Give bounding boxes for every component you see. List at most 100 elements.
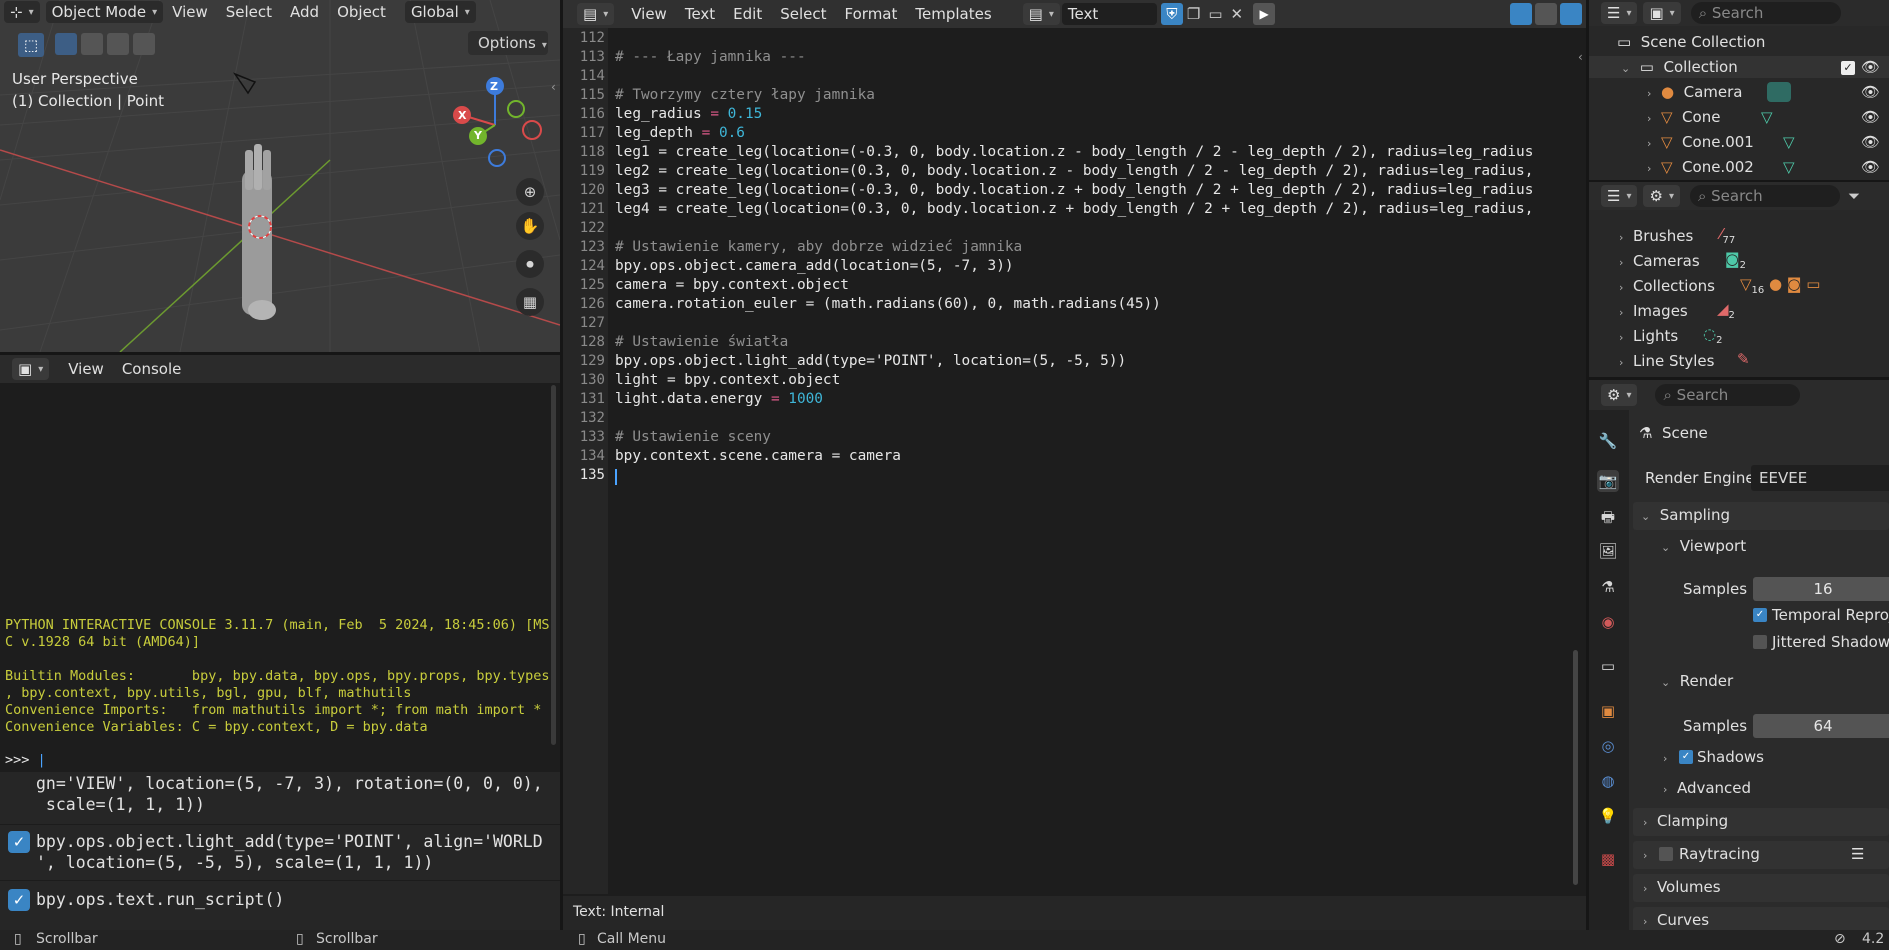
shadows-checkbox[interactable]: ✓ xyxy=(1679,750,1693,764)
outliner-item-camera[interactable]: › ● Camera xyxy=(1647,83,1742,101)
render-engine-dropdown[interactable]: EEVEE xyxy=(1751,465,1889,491)
mesh-data-icon[interactable]: ▽ xyxy=(1783,158,1795,176)
shadows-subpanel-header[interactable]: › xyxy=(1663,748,1667,766)
visibility-eye-icon[interactable]: 👁 xyxy=(1861,133,1880,151)
view-layer-tab-icon[interactable]: 🖼 xyxy=(1597,540,1619,562)
file-item-line-styles[interactable]: › Line Styles xyxy=(1619,352,1714,370)
editor-menu-select[interactable]: Select xyxy=(771,0,835,28)
editor-menu-view[interactable]: View xyxy=(622,0,676,28)
zoom-icon[interactable]: ⊕ xyxy=(516,178,544,206)
mode-dropdown[interactable]: Object Mode ▾ xyxy=(45,1,164,23)
fake-user-shield-icon[interactable]: ⛨ xyxy=(1160,3,1183,25)
editor-menu-templates[interactable]: Templates xyxy=(906,0,1000,28)
editor-sidebar-toggle-icon[interactable]: ‹ xyxy=(1578,50,1583,64)
select-subtract-icon[interactable] xyxy=(107,33,129,55)
mesh-data-icon[interactable]: ▽ xyxy=(1783,133,1795,151)
outliner-search[interactable]: ⌕ Search xyxy=(1690,2,1841,24)
sidebar-toggle-icon[interactable]: ‹ xyxy=(551,80,556,94)
editor-menu-format[interactable]: Format xyxy=(836,0,907,28)
3d-viewport[interactable]: ⊹ ▾ Object Mode ▾ View Select Add Object G… xyxy=(0,0,560,352)
outliner2-editor-type-icon[interactable]: ☰ ▾ xyxy=(1601,185,1638,207)
run-script-play-icon[interactable]: ▶ xyxy=(1253,3,1276,25)
console-prompt[interactable]: >>> | xyxy=(5,752,46,768)
text-editor[interactable]: ▤ ▾ View Text Edit Select Format Template… xyxy=(563,0,1586,930)
outliner-item-cone-001[interactable]: › ▽ Cone.001 xyxy=(1647,133,1754,151)
editor-menu-edit[interactable]: Edit xyxy=(724,0,771,28)
console-editor-type-icon[interactable]: ▣ ▾ xyxy=(12,358,50,380)
scene-objects[interactable] xyxy=(220,60,320,330)
select-new-icon[interactable] xyxy=(55,33,77,55)
collection-tab-icon[interactable]: ▭ xyxy=(1597,655,1619,677)
viewport-menu-add[interactable]: Add xyxy=(281,0,328,26)
perspective-toggle-icon[interactable]: ▦ xyxy=(516,288,544,316)
file-item-brushes[interactable]: › Brushes xyxy=(1619,227,1693,245)
output-tab-icon[interactable]: 🖶 xyxy=(1597,506,1619,528)
console-menu-console[interactable]: Console xyxy=(113,355,191,383)
presets-list-icon[interactable]: ☰ xyxy=(1851,845,1864,863)
visibility-eye-icon[interactable]: 👁 xyxy=(1861,108,1880,126)
file-item-cameras[interactable]: › Cameras xyxy=(1619,252,1700,270)
advanced-subpanel-header[interactable]: › Advanced xyxy=(1663,779,1751,797)
properties-editor[interactable]: ⚙ ▾ ⌕ Search 🔧 📷 🖶 🖼 ⚗ ◉ ▭ ▣ ◎ ◍ 💡 ▩ ⚗ Sc… xyxy=(1589,380,1889,930)
outliner-item-cone[interactable]: › ▽ Cone xyxy=(1647,108,1720,126)
object-tab-icon[interactable]: ▣ xyxy=(1597,700,1619,722)
file-item-lights[interactable]: › Lights xyxy=(1619,327,1678,345)
physics-tab-icon[interactable]: ◎ xyxy=(1597,735,1619,757)
editor-scrollbar[interactable] xyxy=(1573,650,1578,885)
visibility-eye-icon[interactable]: 👁 xyxy=(1861,158,1880,176)
editor-menu-text[interactable]: Text xyxy=(676,0,724,28)
visibility-eye-icon[interactable]: 👁 xyxy=(1861,58,1880,76)
info-log[interactable]: gn='VIEW', location=(5, -7, 3), rotation… xyxy=(0,772,560,930)
scene-collection-row[interactable]: ▭ Scene Collection xyxy=(1617,33,1765,51)
display-mode-icon[interactable]: ⚙ ▾ xyxy=(1643,185,1680,207)
text-editor-type-icon[interactable]: ▤ ▾ xyxy=(577,3,615,25)
pan-hand-icon[interactable]: ✋ xyxy=(516,212,544,240)
visibility-eye-icon[interactable]: 👁 xyxy=(1861,83,1880,101)
select-extend-icon[interactable] xyxy=(81,33,103,55)
display-mode-icon[interactable]: ▣ ▾ xyxy=(1643,2,1681,24)
line-numbers-toggle-icon[interactable] xyxy=(1510,3,1532,25)
viewport-samples-field[interactable]: 16 xyxy=(1753,577,1889,601)
selection-mode-buttons[interactable] xyxy=(55,33,175,57)
viewport-subpanel-header[interactable]: ⌄ Viewport xyxy=(1661,537,1746,555)
viewport-menu-view[interactable]: View xyxy=(163,0,217,26)
word-wrap-toggle-icon[interactable] xyxy=(1535,3,1557,25)
options-dropdown[interactable]: Options ▾ xyxy=(468,31,548,55)
tool-tab-icon[interactable]: 🔧 xyxy=(1597,430,1619,452)
file-search[interactable]: ⌕ Search xyxy=(1689,185,1840,207)
open-folder-icon[interactable]: ▭ xyxy=(1208,5,1222,23)
camera-data-icon[interactable] xyxy=(1767,82,1791,102)
select-tool-icon[interactable]: ⬚ xyxy=(18,33,44,57)
file-item-collections[interactable]: › Collections xyxy=(1619,277,1715,295)
render-samples-field[interactable]: 64 xyxy=(1753,714,1889,738)
temporal-reprojection-checkbox[interactable]: ✓ xyxy=(1753,608,1767,622)
blender-file-outliner[interactable]: ☰ ▾ ⚙ ▾ ⌕ Search ⏷ › Brushes ⁄77 › Cameras… xyxy=(1589,182,1889,377)
outliner-item-cone-002[interactable]: › ▽ Cone.002 xyxy=(1647,158,1754,176)
console-menu-view[interactable]: View xyxy=(59,355,113,383)
editor-type-icon[interactable]: ⊹ ▾ xyxy=(4,1,40,23)
properties-editor-type-icon[interactable]: ⚙ ▾ xyxy=(1601,384,1638,406)
data-tab-icon[interactable]: 💡 xyxy=(1597,805,1619,827)
unlink-close-icon[interactable]: ✕ xyxy=(1231,5,1244,23)
console-scrollbar[interactable] xyxy=(551,385,556,745)
camera-view-icon[interactable]: ⏺ xyxy=(516,250,544,278)
collection-include-checkbox[interactable]: ✓ xyxy=(1841,61,1855,75)
render-subpanel-header[interactable]: ⌄ Render xyxy=(1661,672,1733,690)
raytracing-checkbox[interactable] xyxy=(1659,847,1673,861)
viewport-menu-select[interactable]: Select xyxy=(217,0,281,26)
text-name-field[interactable]: Text xyxy=(1061,3,1157,25)
text-browse-icon[interactable]: ▤ ▾ xyxy=(1022,3,1060,25)
select-invert-icon[interactable] xyxy=(133,33,155,55)
scene-tab-icon[interactable]: ⚗ xyxy=(1597,576,1619,598)
mesh-data-icon[interactable]: ▽ xyxy=(1761,108,1773,126)
outliner-editor-type-icon[interactable]: ☰ ▾ xyxy=(1601,2,1638,24)
constraints-tab-icon[interactable]: ◍ xyxy=(1597,770,1619,792)
syntax-highlight-toggle-icon[interactable] xyxy=(1560,3,1582,25)
properties-search[interactable]: ⌕ Search xyxy=(1655,384,1801,406)
filter-funnel-icon[interactable]: ⏷ xyxy=(1848,187,1860,205)
world-tab-icon[interactable]: ◉ xyxy=(1597,611,1619,633)
render-tab-icon[interactable]: 📷 xyxy=(1597,470,1619,492)
transform-orientation-dropdown[interactable]: Global ▾ xyxy=(404,1,476,23)
outliner[interactable]: ☰ ▾ ▣ ▾ ⌕ Search ▭ Scene Collection ⌄ ▭ Co… xyxy=(1589,0,1889,180)
jittered-shadows-checkbox[interactable] xyxy=(1753,635,1767,649)
